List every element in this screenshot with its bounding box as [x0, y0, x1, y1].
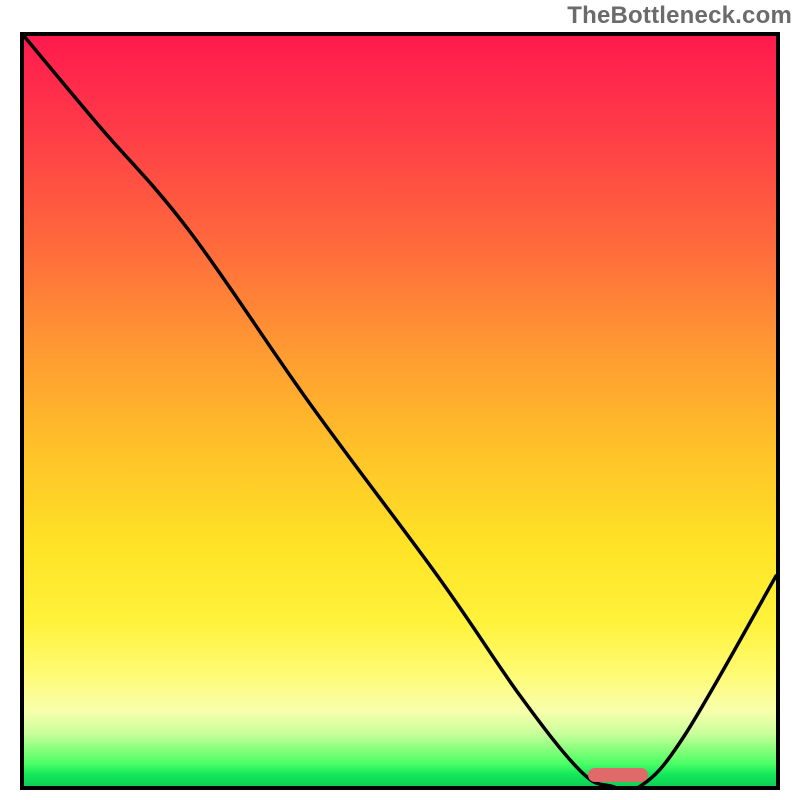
optimal-marker: [588, 768, 648, 782]
chart-stage: TheBottleneck.com: [0, 0, 800, 800]
watermark-text: TheBottleneck.com: [567, 2, 792, 30]
curve-path: [24, 36, 776, 786]
bottleneck-curve: [24, 36, 776, 786]
plot-area: [20, 32, 780, 790]
